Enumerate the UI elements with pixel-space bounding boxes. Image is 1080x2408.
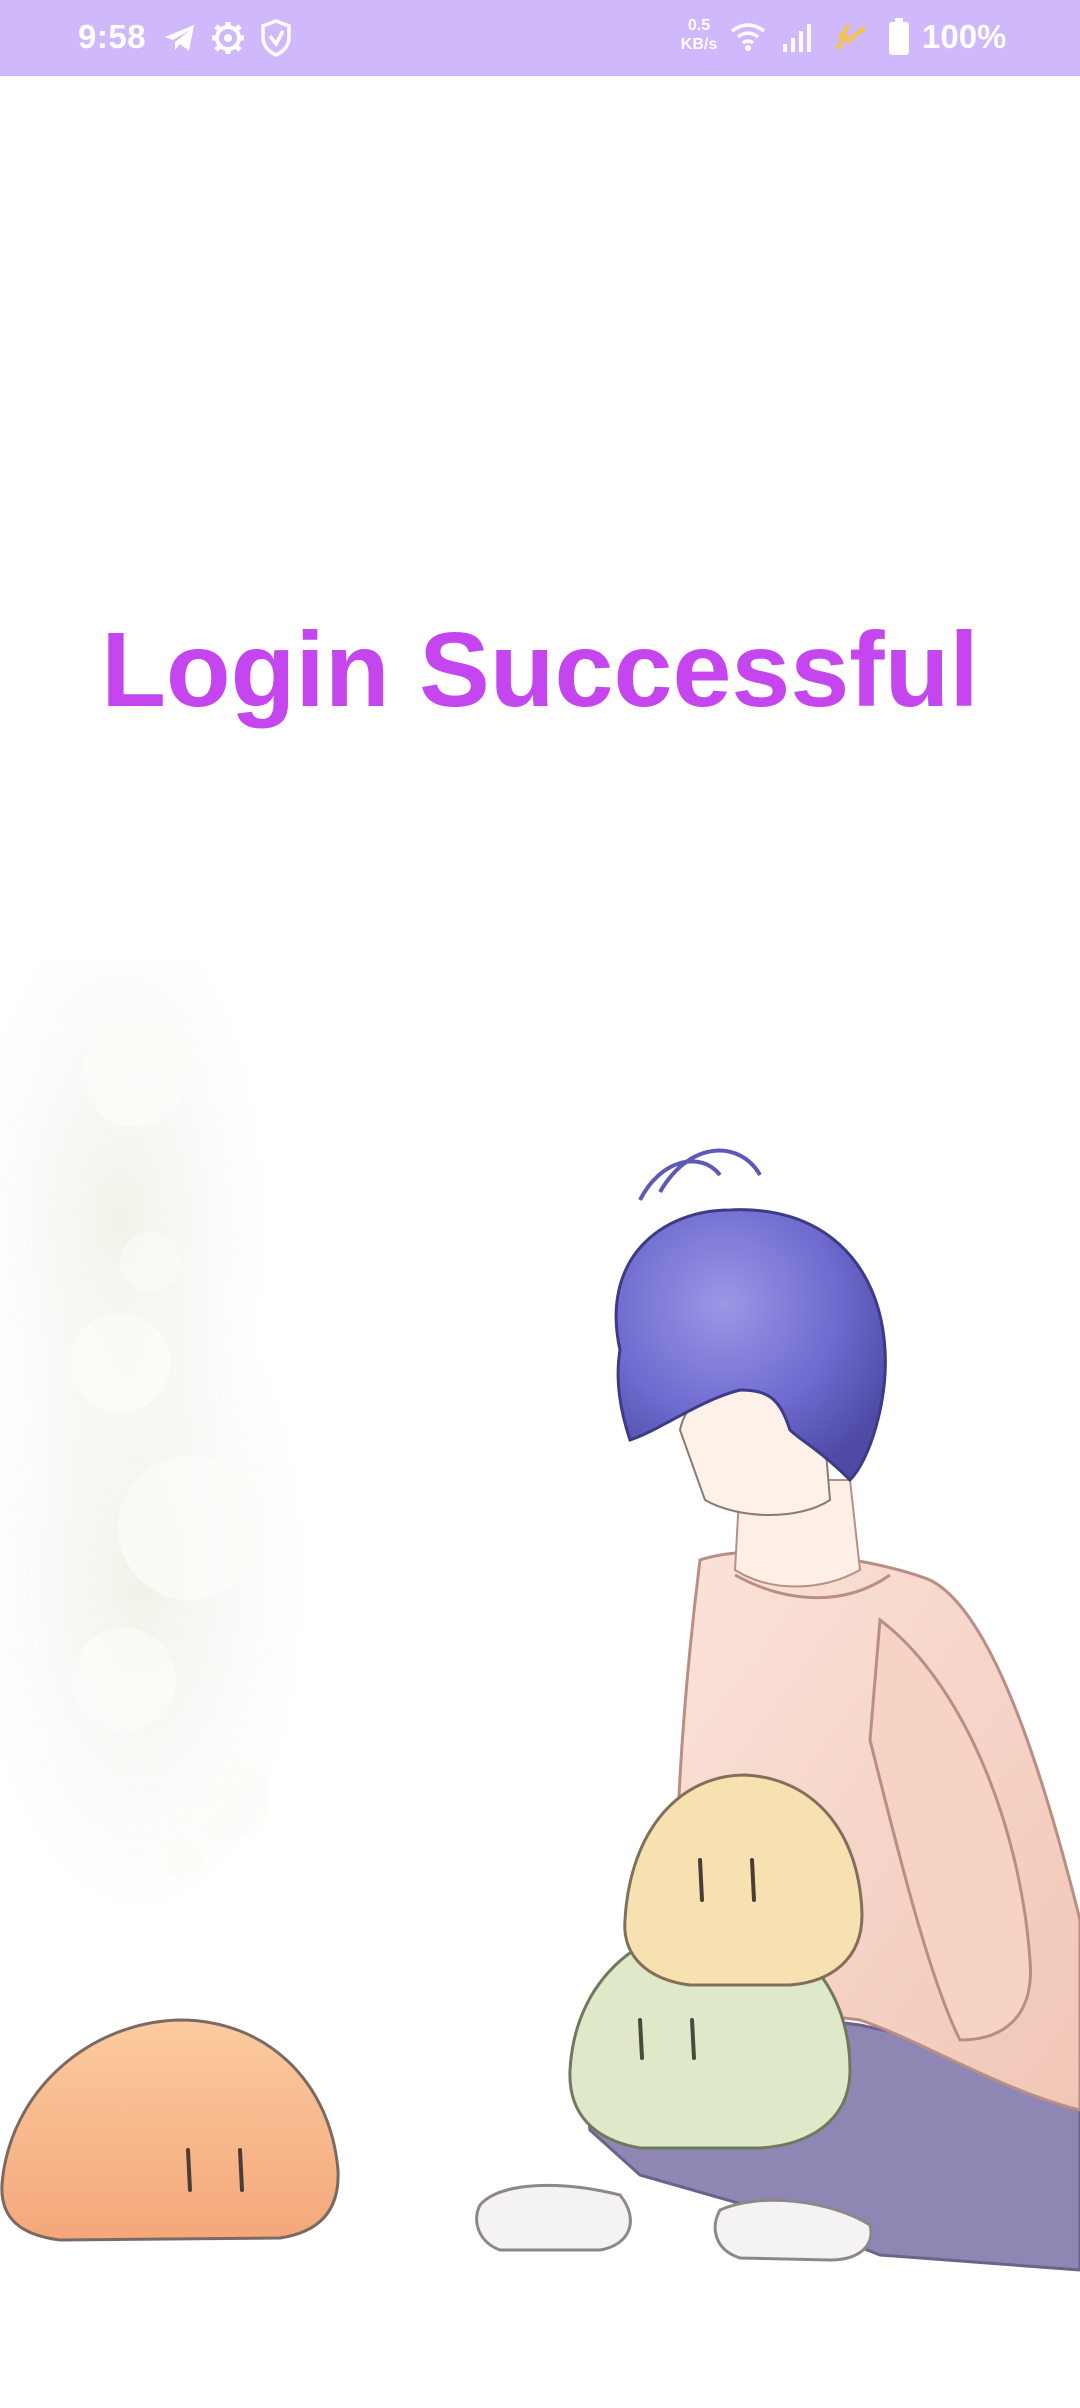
network-speed-value: 0.5 (687, 17, 711, 34)
mist-bokeh (0, 960, 310, 1920)
vpn-shield-icon (260, 19, 292, 62)
status-bar: 9:58 0.5 KB/s 100% (0, 0, 1080, 76)
battery-icon (888, 18, 910, 61)
signal-icon (781, 22, 815, 59)
anime-boy-dango-illustration (0, 960, 1080, 2272)
orange-dango (0, 2018, 340, 2242)
wifi-icon (730, 22, 766, 57)
battery-percent: 100% (922, 18, 1007, 55)
network-speed: 0.5 KB/s (677, 16, 721, 54)
telegram-icon (163, 22, 197, 59)
settings-gear-icon (210, 20, 246, 61)
charging-bolt-icon (831, 22, 867, 57)
network-speed-unit: KB/s (680, 36, 718, 53)
page-title: Login Successful (101, 611, 979, 729)
status-time: 9:58 (78, 18, 147, 55)
